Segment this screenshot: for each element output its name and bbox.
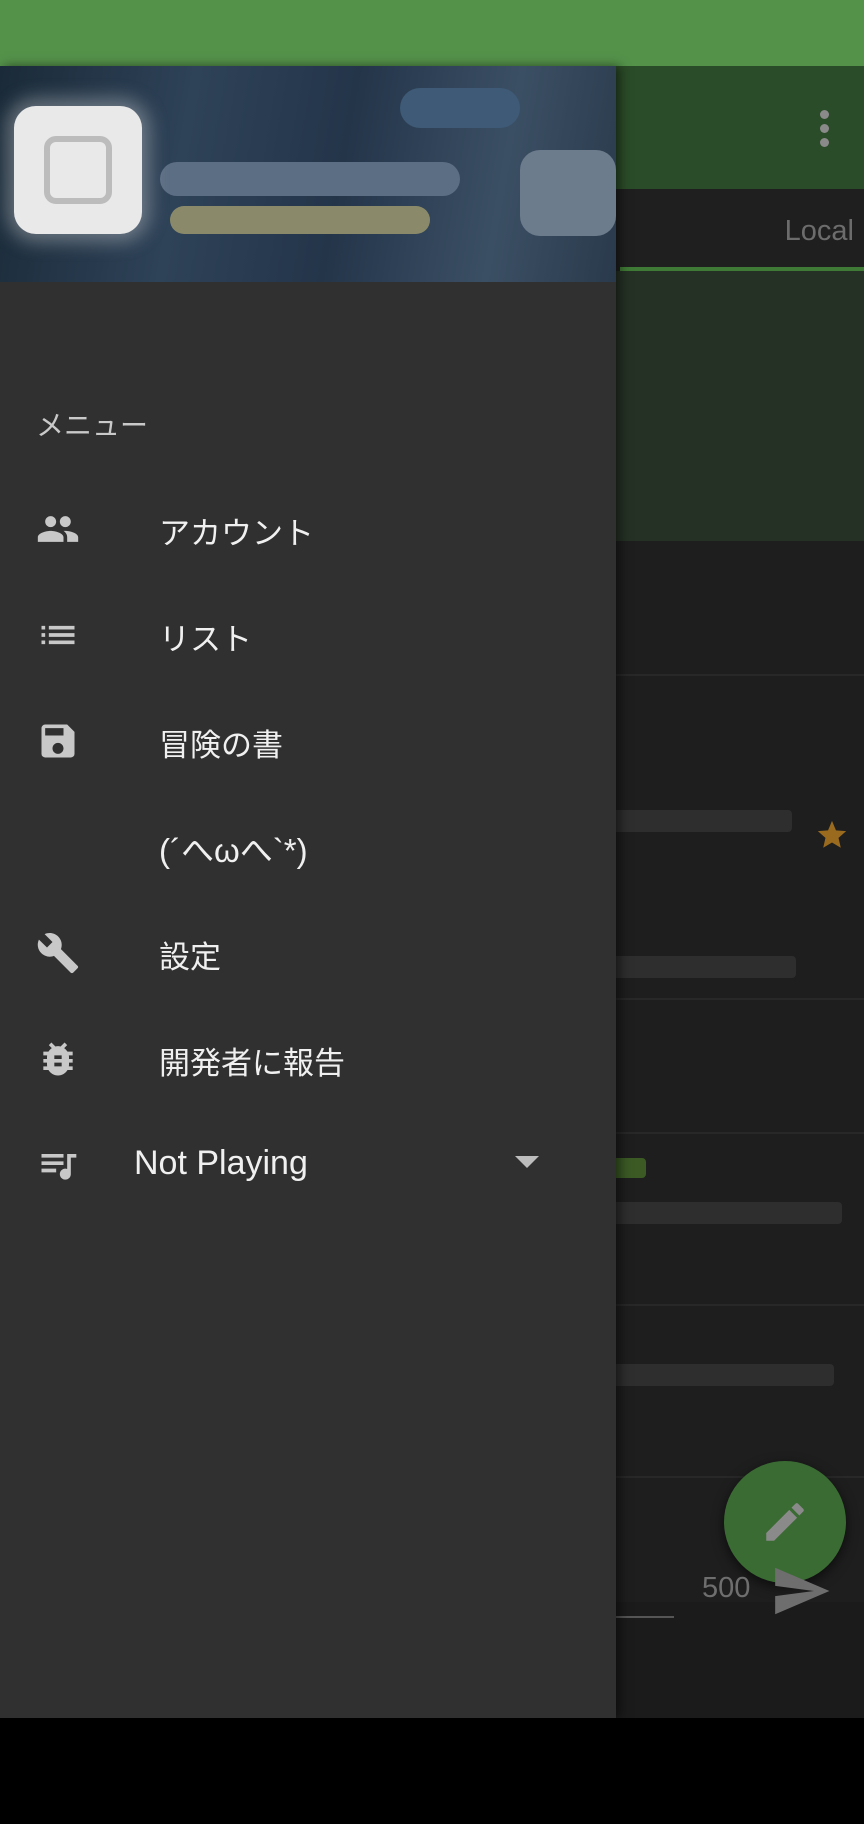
overflow-menu-icon[interactable] (820, 110, 830, 148)
post-text-blurred (612, 1364, 834, 1386)
avatar-image (44, 136, 112, 204)
menu-item-settings[interactable]: 設定 (0, 904, 616, 1000)
wrench-icon (37, 933, 79, 974)
menu-item-adventure-book[interactable]: 冒険の書 (0, 692, 616, 788)
post-text-blurred (612, 1202, 842, 1224)
pencil-icon (766, 1503, 804, 1541)
header-blur (170, 206, 430, 234)
send-icon[interactable] (770, 1560, 832, 1622)
post-divider (600, 998, 864, 1000)
list-icon (41, 625, 75, 645)
bug-icon (43, 1042, 73, 1076)
post-text-blurred (612, 956, 796, 978)
menu-section-title: メニュー (36, 409, 149, 442)
menu-item-label: アカウント (159, 516, 314, 552)
menu-item-account[interactable]: アカウント (0, 480, 616, 576)
header-blur (400, 88, 520, 128)
menu-item-list[interactable]: リスト (0, 586, 616, 682)
post-divider (600, 674, 864, 676)
player-status-label: Not Playing (134, 1144, 308, 1182)
menu-item-label: 開発者に報告 (159, 1046, 345, 1082)
post-divider (600, 1132, 864, 1134)
navigation-drawer: メニュー アカウント リスト 冒険の書 (´へωへ`*) 設定 開発者に報告 N… (0, 66, 616, 1718)
drawer-header (0, 66, 616, 282)
header-blur (160, 162, 460, 196)
menu-item-label: (´へωへ`*) (159, 832, 308, 869)
avatar[interactable] (14, 106, 142, 234)
compose-input-underline (616, 1616, 674, 1618)
star-icon[interactable] (815, 818, 849, 852)
menu-item-label: リスト (159, 622, 252, 658)
char-count: 500 (702, 1572, 751, 1604)
people-icon (37, 516, 79, 542)
save-icon (41, 724, 75, 758)
dropdown-arrow-icon[interactable] (515, 1156, 539, 1168)
header-blur (520, 150, 616, 236)
system-nav-bar (0, 1718, 864, 1824)
queue-music-icon (41, 1154, 77, 1180)
post-text-blurred (612, 810, 792, 832)
music-player-item[interactable]: Not Playing (0, 1116, 616, 1212)
tab-local[interactable]: Local (785, 215, 854, 248)
menu-item-label: 冒険の書 (159, 728, 283, 764)
menu-item-label: 設定 (159, 940, 221, 976)
menu-item-kaomoji[interactable]: (´へωへ`*) (0, 798, 616, 894)
post-author-blurred (612, 1158, 646, 1178)
menu-item-report-to-developer[interactable]: 開発者に報告 (0, 1010, 616, 1106)
post-divider (600, 1304, 864, 1306)
status-bar (0, 0, 864, 66)
